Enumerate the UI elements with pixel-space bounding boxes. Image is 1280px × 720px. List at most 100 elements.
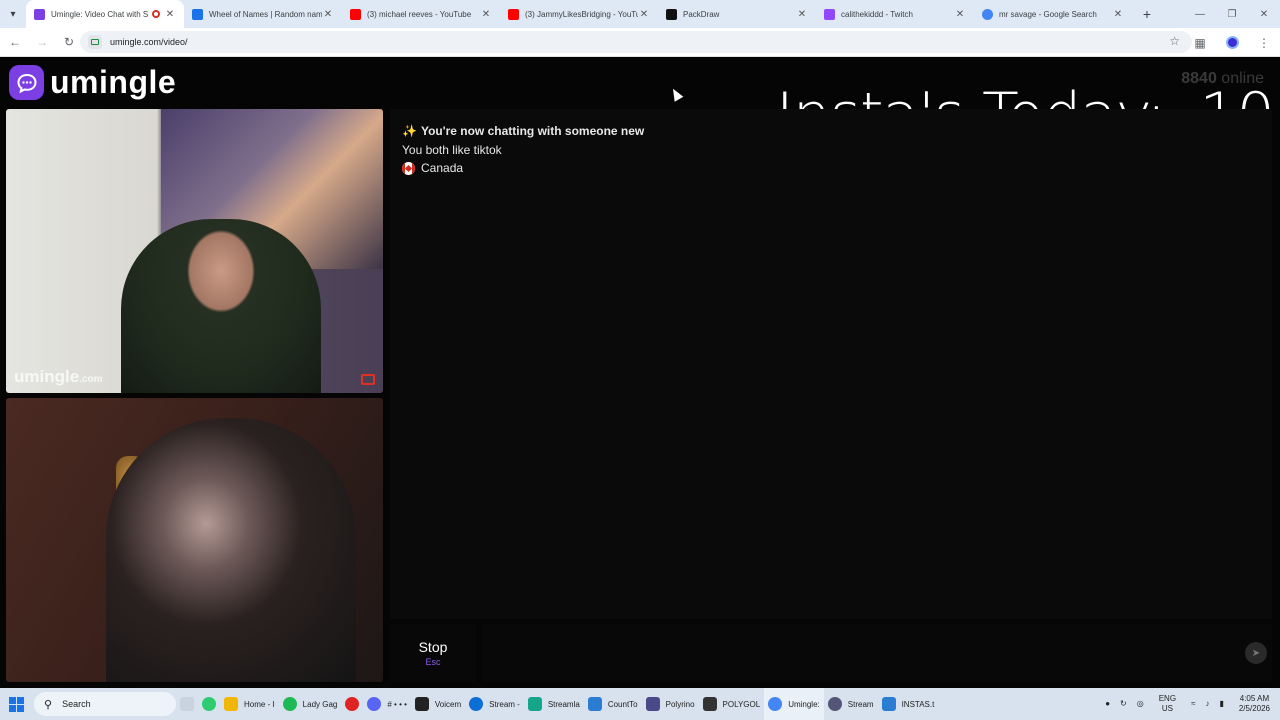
taskbar-app[interactable] [198, 688, 220, 720]
youtube-favicon-icon [508, 8, 519, 20]
close-tab-icon[interactable]: ✕ [1112, 9, 1124, 20]
tab-strip: ▾ Umingle: Video Chat with S ✕ Wheel of … [0, 0, 1280, 28]
app-red-icon [345, 697, 360, 711]
close-tab-icon[interactable]: ✕ [480, 9, 492, 20]
window-controls: — ❐ ✕ [1184, 0, 1280, 28]
maximize-icon[interactable]: ❐ [1216, 0, 1248, 28]
taskbar-task-view[interactable] [176, 688, 198, 720]
umingle-page: umingle 8840 online Insta's Today:10 umi… [0, 58, 1280, 688]
back-arrow-icon[interactable]: ← [3, 30, 27, 54]
umingle-logo[interactable]: umingle [9, 64, 176, 101]
taskbar-vscode[interactable]: CountTo [584, 688, 642, 720]
windows-taskbar: ⚲ Search Home - I Lady Gag # • • • Voice… [0, 688, 1280, 720]
sparkles-icon: ✨ [402, 124, 417, 138]
taskbar-file-explorer[interactable]: Home - I [220, 688, 279, 720]
stranger-person [121, 219, 321, 393]
twitch-favicon-icon [824, 8, 835, 20]
tab-google-search[interactable]: mr savage - Google Search ✕ [974, 0, 1132, 28]
stop-shortcut: Esc [425, 657, 441, 667]
taskbar-app-red[interactable] [341, 688, 363, 720]
tab-title: Wheel of Names | Random nam [209, 9, 322, 19]
tab-packdraw[interactable]: PackDraw ✕ [658, 0, 816, 28]
recording-icon [152, 10, 160, 18]
google-favicon-icon [982, 8, 993, 20]
extensions-icon[interactable]: ▦ [1184, 36, 1216, 50]
search-icon: ⚲ [44, 698, 53, 711]
packdraw-favicon-icon [666, 8, 677, 20]
send-arrow-icon[interactable]: ➤ [1245, 642, 1267, 664]
tray-discord-icon[interactable]: ● [1105, 699, 1110, 709]
close-tab-icon[interactable]: ✕ [954, 9, 966, 20]
wifi-icon[interactable]: ≈ [1191, 699, 1195, 709]
tab-title: Umingle: Video Chat with S [51, 9, 148, 19]
notepad-icon [881, 697, 896, 711]
menu-kebab-icon[interactable]: ⋮ [1248, 36, 1280, 50]
canada-flag-icon [402, 161, 415, 175]
taskbar-stream[interactable]: Stream [824, 688, 878, 720]
stop-button[interactable]: Stop Esc [390, 624, 476, 682]
close-window-icon[interactable]: ✕ [1248, 0, 1280, 28]
clock[interactable]: 4:05 AM 2/5/2026 [1234, 694, 1275, 714]
tab-twitch[interactable]: calithekiddd - Twitch ✕ [816, 0, 974, 28]
taskbar-chrome-umingle[interactable]: Umingle: [764, 688, 824, 720]
message-input[interactable] [482, 624, 1272, 682]
bookmark-star-icon[interactable]: ☆ [1169, 34, 1180, 48]
stranger-video: umingle.com [6, 109, 383, 393]
browser-toolbar: ← → ↻ umingle.com/video/ ☆ ▦ ⋮ [0, 28, 1280, 57]
stream-icon [827, 697, 842, 711]
tab-umingle[interactable]: Umingle: Video Chat with S ✕ [26, 0, 184, 28]
close-tab-icon[interactable]: ✕ [322, 9, 334, 20]
search-label: Search [62, 699, 91, 709]
close-tab-icon[interactable]: ✕ [796, 9, 808, 20]
chat-bubble-icon [9, 65, 44, 100]
tab-search-button[interactable]: ▾ [0, 0, 26, 28]
tab-wheel-of-names[interactable]: Wheel of Names | Random nam ✕ [184, 0, 342, 28]
url-text: umingle.com/video/ [110, 37, 188, 47]
tray-sync-icon[interactable]: ↻ [1120, 699, 1127, 709]
tab-title: mr savage - Google Search [999, 9, 1097, 19]
taskbar-search[interactable]: ⚲ Search [34, 692, 176, 716]
toolbar-actions: ▦ ⋮ [1184, 28, 1280, 57]
profile-avatar-icon[interactable] [1216, 36, 1248, 49]
umingle-watermark: umingle.com [14, 367, 103, 386]
address-bar[interactable]: umingle.com/video/ ☆ [80, 31, 1192, 53]
tab-title: calithekiddd - Twitch [841, 9, 913, 19]
forward-arrow-icon[interactable]: → [30, 30, 54, 54]
vscode-icon [587, 697, 602, 711]
chrome-icon [768, 697, 783, 711]
taskbar-voicemod[interactable]: Voicem [411, 688, 465, 720]
voicemod-icon [414, 697, 429, 711]
self-person [106, 418, 356, 682]
minimize-icon[interactable]: — [1184, 0, 1216, 28]
new-tab-button[interactable]: + [1132, 0, 1162, 28]
report-flag-icon[interactable] [361, 374, 375, 385]
reload-icon[interactable]: ↻ [57, 30, 81, 54]
tab-youtube-jammy[interactable]: (3) JammyLikesBridging - YouTu ✕ [500, 0, 658, 28]
taskbar-polygol[interactable]: POLYGOL [699, 688, 765, 720]
windows-start-icon[interactable] [0, 688, 32, 720]
wheel-favicon-icon [192, 8, 203, 20]
tray-language[interactable]: ENG US [1154, 694, 1181, 714]
system-message-country: Canada [402, 161, 463, 175]
logo-text: umingle [50, 64, 177, 100]
taskbar-edge[interactable]: Stream - [465, 688, 524, 720]
taskbar-polyrino[interactable]: Polyrino [642, 688, 699, 720]
close-tab-icon[interactable]: ✕ [164, 9, 176, 20]
app-icon [202, 697, 216, 711]
volume-icon[interactable]: ♪ [1205, 699, 1209, 709]
taskbar-notepad-instas[interactable]: INSTAS.t [878, 688, 939, 720]
battery-icon[interactable]: ▮ [1219, 699, 1223, 709]
youtube-favicon-icon [350, 8, 361, 20]
tray-mic-icon[interactable]: ◎ [1137, 699, 1144, 709]
spotify-icon [282, 697, 297, 711]
streamlabs-icon [527, 697, 542, 711]
system-tray: ● ↻ ◎ ENG US ≈ ♪ ▮ 4:05 AM 2/5/2026 [1100, 688, 1280, 720]
site-info-icon[interactable] [88, 35, 102, 49]
taskbar-discord[interactable]: # • • • [363, 688, 411, 720]
system-message-shared-interest: You both like tiktok [402, 143, 502, 157]
close-tab-icon[interactable]: ✕ [638, 9, 650, 20]
tab-youtube-michael-reeves[interactable]: (3) michael reeves - YouTube ✕ [342, 0, 500, 28]
taskbar-spotify[interactable]: Lady Gag [279, 688, 342, 720]
taskbar-streamlabs[interactable]: Streamla [524, 688, 584, 720]
window-icon [702, 697, 717, 711]
